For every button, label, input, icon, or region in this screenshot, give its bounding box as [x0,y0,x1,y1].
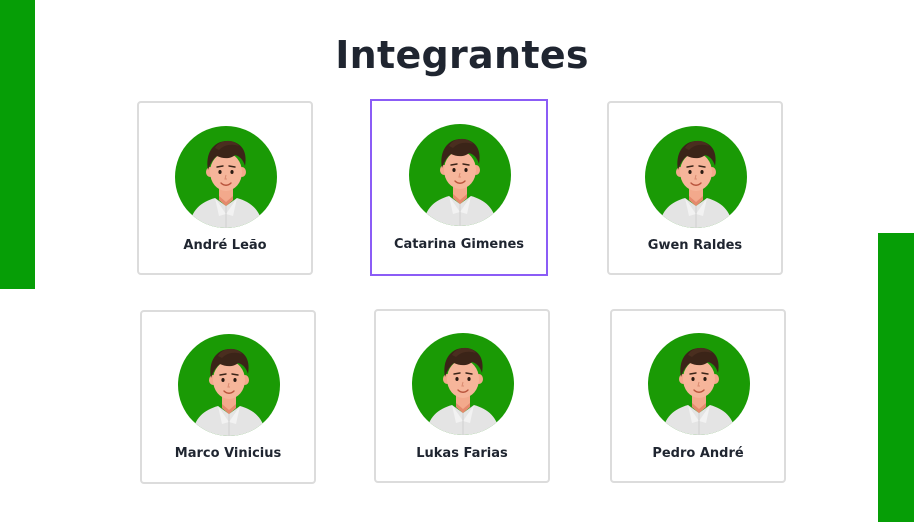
member-name: Pedro André [652,446,744,461]
member-name: Catarina Gimenes [393,237,525,252]
decorative-green-bar-right [878,233,914,522]
member-name: Lukas Farias [416,446,508,461]
avatar-icon [175,126,277,228]
member-card[interactable]: Pedro André [610,309,786,483]
member-card[interactable]: André Leão [137,101,313,275]
member-card[interactable]: Marco Vinicius [140,310,316,484]
member-name: André Leão [183,238,267,253]
page: Integrantes André Leão Catarina Gimenes … [0,0,914,522]
avatar-icon [645,126,747,228]
member-card[interactable]: Gwen Raldes [607,101,783,275]
member-name: Marco Vinicius [174,446,282,461]
avatar-icon [409,124,511,226]
avatar-icon [178,334,280,436]
member-card[interactable]: Catarina Gimenes [370,99,548,276]
member-card[interactable]: Lukas Farias [374,309,550,483]
section-title: Integrantes [335,33,589,77]
avatar-icon [412,333,514,435]
member-name: Gwen Raldes [647,238,743,253]
avatar-icon [648,333,750,435]
